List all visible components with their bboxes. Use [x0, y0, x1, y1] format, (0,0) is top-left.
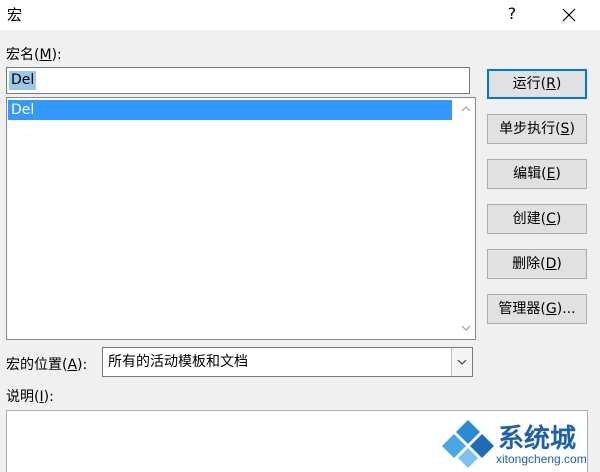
macro-dialog: 宏 ? 宏名(M): Del Del 运行(R) 单步执行(S) 编辑(E) 创: [0, 0, 600, 472]
list-item[interactable]: Del: [8, 100, 452, 120]
watermark-url: xitongcheng.com: [496, 452, 587, 466]
watermark-logo-icon: [442, 420, 494, 468]
title-bar: 宏 ?: [0, 0, 600, 30]
watermark: 系统城 xitongcheng.com: [440, 418, 600, 472]
help-button[interactable]: ?: [497, 0, 527, 30]
list-scrollbar[interactable]: [457, 98, 475, 339]
scroll-up-icon[interactable]: [457, 100, 475, 118]
run-button[interactable]: 运行(R): [487, 69, 587, 99]
dropdown-button[interactable]: [451, 348, 472, 376]
dialog-title: 宏: [7, 6, 23, 24]
macro-name-value: Del: [9, 71, 37, 90]
edit-button[interactable]: 编辑(E): [487, 159, 587, 189]
macro-list[interactable]: Del: [6, 97, 476, 340]
organizer-button[interactable]: 管理器(G)...: [487, 294, 587, 324]
step-into-button[interactable]: 单步执行(S): [487, 114, 587, 144]
macros-in-value: 所有的活动模板和文档: [108, 354, 248, 370]
help-icon: ?: [507, 4, 517, 23]
delete-button[interactable]: 删除(D): [487, 249, 587, 279]
macro-name-label: 宏名(M):: [6, 47, 62, 63]
macro-name-input[interactable]: Del: [6, 67, 470, 94]
chevron-down-icon: [457, 359, 467, 365]
macros-in-select[interactable]: 所有的活动模板和文档: [102, 347, 473, 377]
close-icon: [562, 8, 576, 22]
scroll-down-icon[interactable]: [457, 319, 475, 337]
macros-in-label: 宏的位置(A):: [6, 357, 88, 373]
watermark-title: 系统城: [498, 424, 577, 454]
create-button[interactable]: 创建(C): [487, 204, 587, 234]
close-button[interactable]: [552, 0, 586, 30]
description-label: 说明(I):: [6, 389, 54, 405]
